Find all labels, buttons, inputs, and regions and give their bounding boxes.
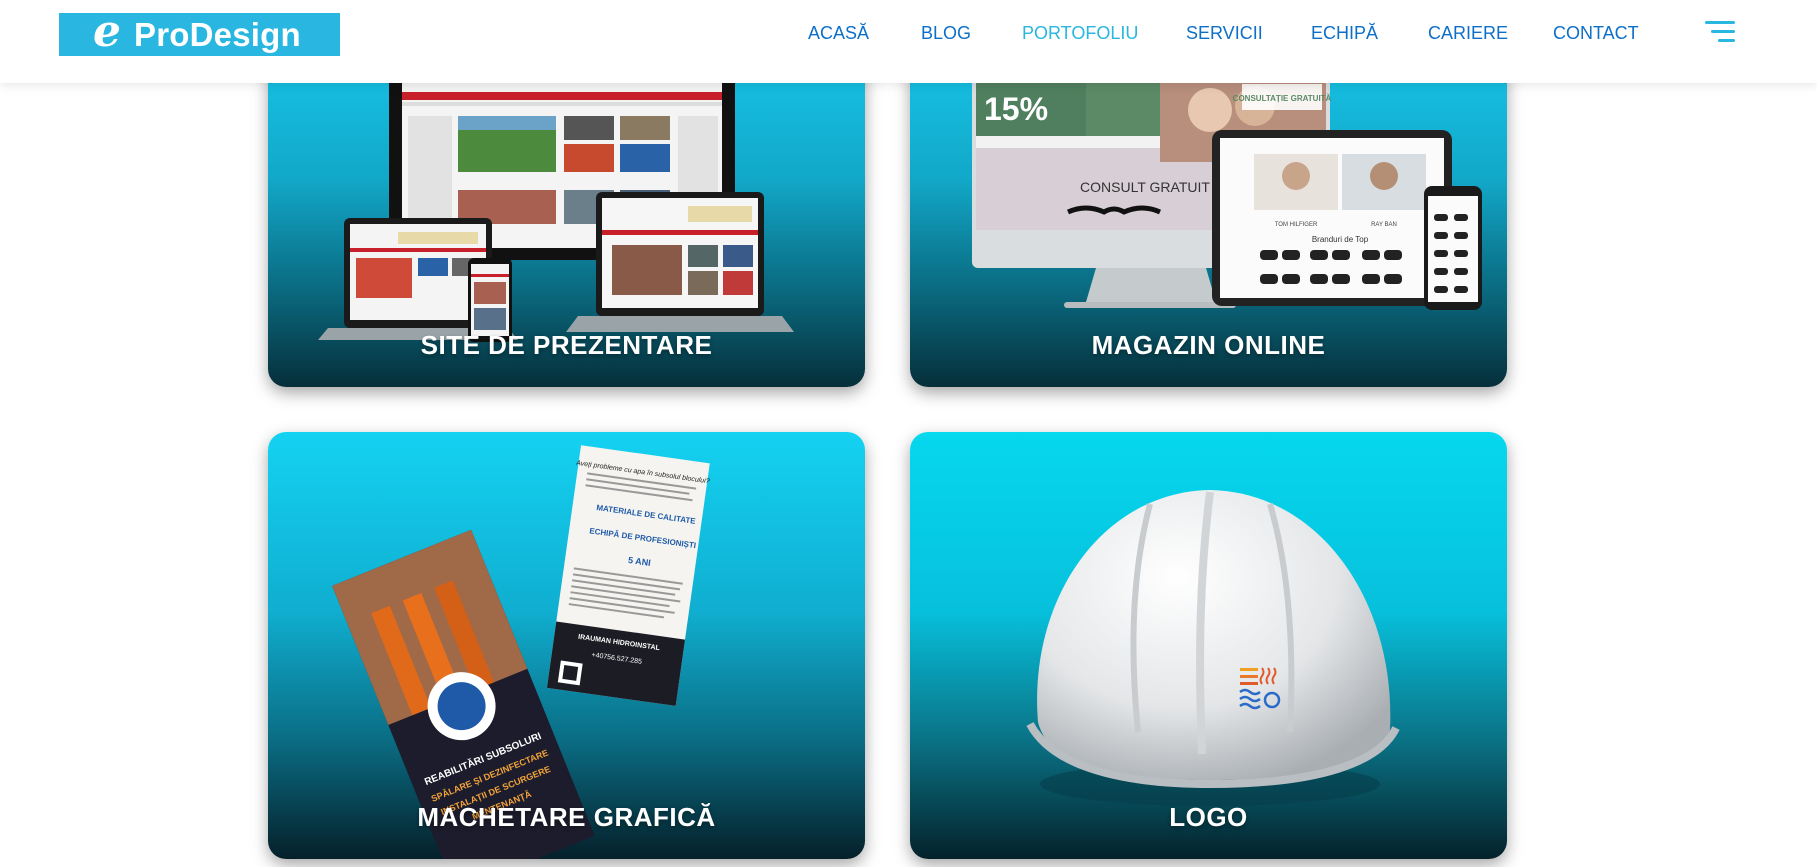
nav-item-cariere[interactable]: CARIERE <box>1428 22 1508 44</box>
shop-section: Branduri de Top <box>1312 235 1369 244</box>
promo-badge: CONSULTAȚIE GRATUITĂ <box>1233 94 1332 103</box>
site-header: e ProDesign ACASĂ BLOG PORTOFOLIU SERVIC… <box>0 0 1817 83</box>
hamburger-menu-icon[interactable] <box>1705 21 1735 43</box>
portfolio-card-machetare-grafica[interactable]: REABILITĂRI SUBSOLURI SPĂLARE ȘI DEZINFE… <box>268 432 865 859</box>
card-title: SITE DE PREZENTARE <box>420 330 713 360</box>
card-title: MACHETARE GRAFICĂ <box>417 802 716 832</box>
card-title: MAGAZIN ONLINE <box>1091 330 1326 360</box>
nav-item-portofoliu[interactable]: PORTOFOLIU <box>1022 22 1138 44</box>
consult-banner: CONSULT GRATUIT <box>1080 179 1210 195</box>
hard-hat-mockup-image <box>1026 490 1400 806</box>
portfolio-card-site-prezentare[interactable]: SITE DE PREZENTARE <box>268 40 865 387</box>
shop-tab-2: RAY BAN <box>1371 222 1397 228</box>
shop-tab-1: TOM HILFIGER <box>1275 222 1318 228</box>
nav-item-blog[interactable]: BLOG <box>921 22 971 44</box>
main-navigation: ACASĂ BLOG PORTOFOLIU SERVICII ECHIPĂ CA… <box>0 22 1817 44</box>
portfolio-card-magazin-online[interactable]: 15% CONSULTAȚIE GRATUITĂ CONSULT GRATUIT… <box>910 40 1507 387</box>
nav-item-servicii[interactable]: SERVICII <box>1186 22 1263 44</box>
flyer-mockup-image: REABILITĂRI SUBSOLURI SPĂLARE ȘI DEZINFE… <box>332 445 710 859</box>
portfolio-card-logo[interactable]: LOGO <box>910 432 1507 859</box>
promo-percent: 15% <box>984 91 1048 127</box>
nav-item-contact[interactable]: CONTACT <box>1553 22 1639 44</box>
nav-item-acasa[interactable]: ACASĂ <box>808 22 869 44</box>
nav-item-echipa[interactable]: ECHIPĂ <box>1311 22 1378 44</box>
card-title: LOGO <box>1169 802 1248 832</box>
